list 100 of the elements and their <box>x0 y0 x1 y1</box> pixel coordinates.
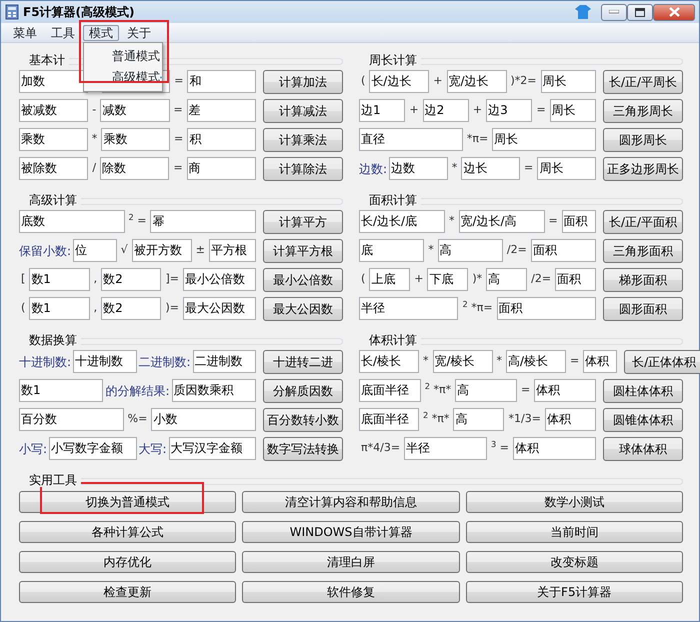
tool-button[interactable]: WINDOWS自带计算器 <box>242 521 460 543</box>
calculate-button[interactable]: 最小公倍数 <box>263 268 343 292</box>
tool-button[interactable]: 数学小测试 <box>466 491 683 513</box>
input-field[interactable]: 体积 <box>534 379 596 402</box>
input-field[interactable]: 宽/棱长 <box>432 350 492 373</box>
input-field[interactable]: 底面半径 <box>359 379 421 402</box>
calculate-button[interactable]: 长/正/平面积 <box>603 210 683 234</box>
calculate-button[interactable]: 正多边形周长 <box>603 156 684 180</box>
calculate-button[interactable]: 计算乘法 <box>263 128 344 152</box>
menu-item[interactable]: 模式 <box>83 24 119 40</box>
input-field[interactable]: 高/棱长 <box>506 350 566 373</box>
menu-option[interactable]: 普通模式 <box>112 48 160 64</box>
input-field[interactable]: 面积 <box>530 239 596 262</box>
input-field[interactable]: 边长 <box>461 157 520 180</box>
input-field[interactable]: 被开方数 <box>132 239 192 262</box>
calculate-button[interactable]: 圆锥体体积 <box>603 408 684 432</box>
calculate-button[interactable]: 圆形周长 <box>603 128 683 152</box>
input-field[interactable]: 小写数字金额 <box>49 437 136 460</box>
calculate-button[interactable]: 最大公因数 <box>263 296 343 320</box>
input-field[interactable]: 下底 <box>427 268 468 291</box>
calculate-button[interactable]: 计算减法 <box>263 98 343 122</box>
minimize-button[interactable] <box>601 4 627 20</box>
input-field[interactable]: 底数 <box>19 210 125 233</box>
input-field[interactable]: 底 <box>359 239 424 262</box>
input-field[interactable]: 边1 <box>359 99 406 122</box>
tool-button[interactable]: 内存优化 <box>19 551 236 573</box>
input-field[interactable]: 数2 <box>101 268 162 291</box>
tool-button[interactable]: 清理白屏 <box>242 551 460 573</box>
input-field[interactable]: 二进制数 <box>192 350 256 373</box>
input-field[interactable]: 被除数 <box>19 157 88 180</box>
calculate-button[interactable]: 十进转二进 <box>263 350 343 374</box>
input-field[interactable]: 周长 <box>550 99 596 122</box>
menu-item[interactable]: 工具 <box>45 24 81 40</box>
input-field[interactable]: 边2 <box>422 99 469 122</box>
tool-button[interactable]: 软件修复 <box>242 581 460 603</box>
menu-item[interactable]: 关于 <box>121 24 157 40</box>
calculate-button[interactable]: 三角形周长 <box>603 98 684 122</box>
tool-button[interactable]: 关于F5计算器 <box>466 581 683 603</box>
input-field[interactable]: 最小公倍数 <box>183 268 256 291</box>
input-field[interactable]: 面积 <box>496 297 596 320</box>
input-field[interactable]: 大写汉字金额 <box>168 437 256 460</box>
input-field[interactable]: 数1 <box>19 379 104 402</box>
tool-button[interactable]: 当前时间 <box>466 521 683 543</box>
input-field[interactable]: 加数 <box>19 70 88 93</box>
input-field[interactable]: 半径 <box>359 297 458 320</box>
input-field[interactable]: 最大公因数 <box>183 297 256 320</box>
input-field[interactable]: 平方根 <box>209 239 256 262</box>
calculate-button[interactable]: 长/正体体积 <box>624 350 700 374</box>
input-field[interactable]: 长/边长/底 <box>359 210 445 233</box>
menu-item[interactable]: 菜单 <box>7 24 43 40</box>
input-field[interactable]: 面积 <box>555 268 596 291</box>
input-field[interactable]: 上底 <box>369 268 410 291</box>
close-button[interactable] <box>653 4 695 20</box>
input-field[interactable]: 被减数 <box>19 99 88 122</box>
input-field[interactable]: 减数 <box>100 99 170 122</box>
input-field[interactable]: 边数 <box>389 157 448 180</box>
calculate-button[interactable]: 计算除法 <box>263 156 344 180</box>
input-field[interactable]: 周长 <box>492 128 596 151</box>
maximize-button[interactable] <box>627 4 653 20</box>
input-field[interactable]: 和 <box>187 70 256 93</box>
input-field[interactable]: 除数 <box>100 157 170 180</box>
calculate-button[interactable]: 百分数转小数 <box>263 408 344 432</box>
input-field[interactable]: 数1 <box>29 297 90 320</box>
input-field[interactable]: 质因数乘积 <box>172 379 256 402</box>
input-field[interactable]: 长/边长 <box>369 70 430 93</box>
input-field[interactable]: 位 <box>73 239 117 262</box>
input-field[interactable]: 半径 <box>404 437 488 460</box>
calculate-button[interactable]: 计算加法 <box>263 70 343 94</box>
input-field[interactable]: 差 <box>186 99 256 122</box>
input-field[interactable]: 小数 <box>151 408 256 431</box>
tool-button[interactable]: 检查更新 <box>19 581 236 603</box>
calculate-button[interactable]: 长/正/平周长 <box>603 70 683 94</box>
tool-button[interactable]: 清空计算内容和帮助信息 <box>242 491 460 513</box>
input-field[interactable]: 宽/边长/高 <box>458 210 544 233</box>
input-field[interactable]: 高 <box>486 268 528 291</box>
calculate-button[interactable]: 三角形面积 <box>602 238 683 262</box>
tool-button[interactable]: 切换为普通模式 <box>19 491 236 513</box>
calculate-button[interactable]: 圆形面积 <box>603 296 683 320</box>
input-field[interactable]: 乘数 <box>19 128 88 151</box>
calculate-button[interactable]: 梯形面积 <box>602 268 683 292</box>
input-field[interactable]: 长/棱长 <box>359 350 419 373</box>
tool-button[interactable]: 改变标题 <box>466 551 683 573</box>
input-field[interactable]: 数2 <box>101 297 162 320</box>
input-field[interactable]: 高 <box>453 408 504 431</box>
input-field[interactable]: 幂 <box>150 210 256 233</box>
input-field[interactable]: 百分数 <box>19 408 124 431</box>
input-field[interactable]: 数1 <box>29 268 90 291</box>
input-field[interactable]: 积 <box>187 128 256 151</box>
input-field[interactable]: 宽/边长 <box>446 70 507 93</box>
input-field[interactable]: 体积 <box>583 350 618 373</box>
calculate-button[interactable]: 分解质因数 <box>263 378 344 402</box>
input-field[interactable]: 高 <box>455 379 517 402</box>
input-field[interactable]: 商 <box>186 157 256 180</box>
input-field[interactable]: 周长 <box>537 157 596 180</box>
calculate-button[interactable]: 圆柱体体积 <box>602 378 683 402</box>
input-field[interactable]: 周长 <box>540 70 596 93</box>
input-field[interactable]: 底面半径 <box>359 408 419 431</box>
calculate-button[interactable]: 计算平方根 <box>263 238 343 262</box>
input-field[interactable]: 十进制数 <box>73 350 136 373</box>
tool-button[interactable]: 各种计算公式 <box>19 521 236 543</box>
